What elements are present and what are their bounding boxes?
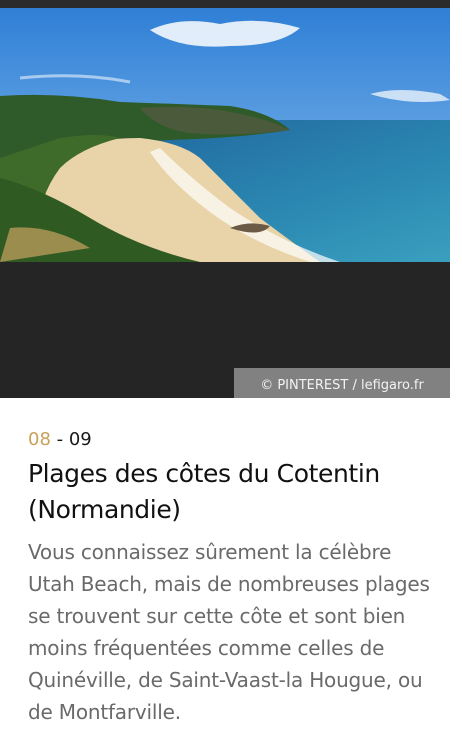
slide-media[interactable]: © PINTEREST / lefigaro.fr bbox=[0, 8, 450, 398]
slide-current: 08 bbox=[28, 429, 51, 450]
article-description: Vous connaissez sûrement la célèbre Utah… bbox=[28, 540, 430, 724]
top-bar bbox=[0, 0, 450, 8]
slide-counter: 08 - 09 bbox=[28, 428, 92, 452]
coastline-photo bbox=[0, 8, 450, 262]
slide-separator: - bbox=[50, 429, 69, 450]
scroll-edge bbox=[450, 0, 462, 750]
slide-total: 09 bbox=[68, 429, 92, 450]
photo-credit: © PINTEREST / lefigaro.fr bbox=[234, 368, 450, 398]
article-title: Plages des côtes du Cotentin (Normandie) bbox=[28, 459, 380, 524]
